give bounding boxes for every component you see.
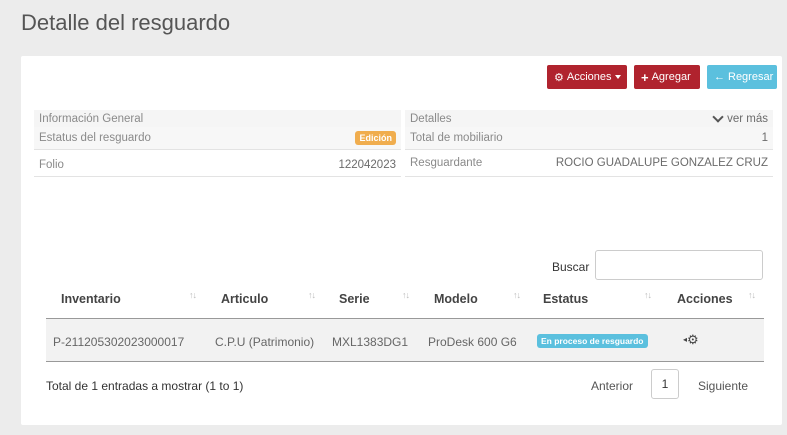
total-row: Total de mobiliario 1: [405, 127, 773, 150]
sort-icon[interactable]: ↑↓: [308, 290, 316, 300]
next-page-button[interactable]: Siguiente: [698, 379, 748, 393]
ver-mas-label: ver más: [727, 112, 768, 125]
page-1-button[interactable]: 1: [651, 369, 679, 399]
th-serie[interactable]: Serie: [339, 292, 370, 306]
search-label: Buscar: [552, 260, 590, 274]
ver-mas-link[interactable]: ver más: [712, 110, 768, 125]
details-heading-row: Detalles ver más: [405, 110, 773, 127]
sort-icon[interactable]: ↑↓: [644, 290, 652, 300]
arrow-left-icon: ←: [714, 71, 725, 83]
resguardante-value: ROCIO GUADALUPE GONZALEZ CRUZ: [555, 157, 768, 169]
resguardante-label: Resguardante: [410, 157, 483, 169]
row-status-badge: En proceso de resguardo: [537, 334, 648, 348]
resguardante-row: Resguardante ROCIO GUADALUPE GONZALEZ CR…: [405, 150, 773, 177]
status-badge: Edición: [355, 131, 396, 145]
sort-icon[interactable]: ↑↓: [748, 290, 756, 300]
acciones-label: Acciones: [566, 71, 612, 83]
agregar-button[interactable]: + Agregar: [634, 65, 700, 89]
gear-icon: ⚙: [554, 71, 564, 84]
plus-icon: +: [641, 69, 649, 85]
status-label: Estatus del resguardo: [39, 132, 151, 144]
cell-inventario: P-211205302023000017: [53, 335, 185, 349]
general-info-heading-row: Información General: [34, 110, 401, 127]
total-label: Total de mobiliario: [410, 132, 503, 144]
general-info-heading: Información General: [39, 112, 144, 125]
caret-down-icon: [614, 75, 621, 79]
th-inventario[interactable]: Inventario: [61, 292, 121, 306]
th-acciones[interactable]: Acciones: [677, 292, 733, 306]
details-heading: Detalles: [410, 112, 452, 125]
regresar-button[interactable]: ← Regresar: [707, 65, 777, 89]
th-estatus[interactable]: Estatus: [543, 292, 588, 306]
search-input[interactable]: [595, 250, 763, 280]
th-articulo[interactable]: Articulo: [221, 292, 268, 306]
agregar-label: Agregar: [651, 71, 691, 83]
cell-articulo: C.P.U (Patrimonio): [215, 335, 315, 349]
th-modelo[interactable]: Modelo: [434, 292, 478, 306]
folio-value: 122042023: [338, 158, 396, 171]
chevron-down-icon: [712, 110, 724, 123]
row-actions-gear-icon[interactable]: ◂⚙: [683, 332, 699, 348]
folio-label: Folio: [39, 158, 64, 171]
sort-icon[interactable]: ↑↓: [402, 290, 410, 300]
page-title: Detalle del resguardo: [21, 10, 231, 35]
sort-icon[interactable]: ↑↓: [189, 290, 197, 300]
regresar-label: Regresar: [728, 71, 774, 83]
status-row: Estatus del resguardo Edición: [34, 127, 401, 150]
acciones-button[interactable]: ⚙ Acciones: [547, 65, 627, 89]
sort-icon[interactable]: ↑↓: [513, 290, 521, 300]
prev-page-button[interactable]: Anterior: [591, 379, 633, 393]
folio-row: Folio 122042023: [34, 153, 401, 177]
resguardo-card: ⚙ Acciones + Agregar ← Regresar Informac…: [21, 56, 782, 425]
cell-serie: MXL1383DG1: [332, 335, 409, 349]
cell-modelo: ProDesk 600 G6: [428, 335, 517, 349]
total-value: 1: [761, 132, 768, 144]
pagination-info: Total de 1 entradas a mostrar (1 to 1): [46, 379, 244, 393]
